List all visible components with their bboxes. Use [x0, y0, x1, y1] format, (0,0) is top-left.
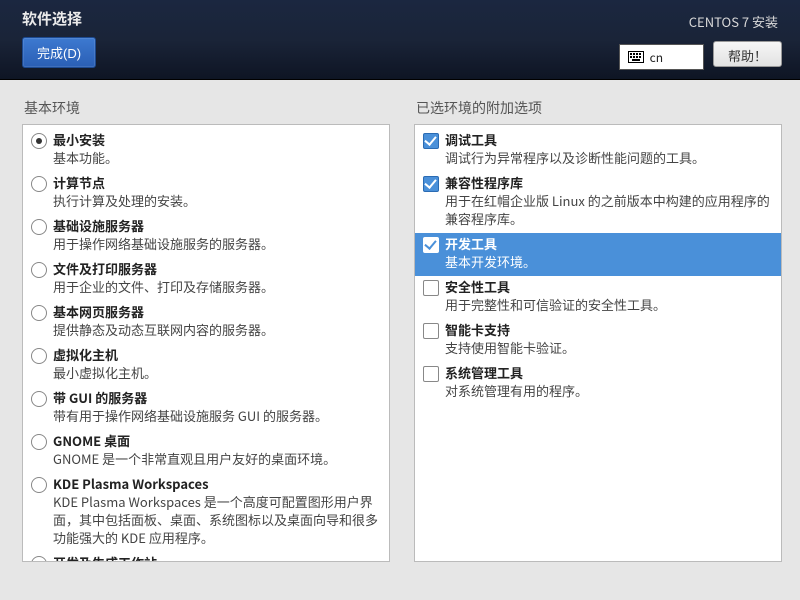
item-desc: 执行计算及处理的安装。	[53, 192, 381, 210]
radio-icon[interactable]	[31, 262, 47, 278]
item-desc: 对系统管理有用的程序。	[445, 382, 773, 400]
item-desc: 最小虚拟化主机。	[53, 364, 381, 382]
item-label: 兼容性程序库	[445, 174, 773, 192]
addon-item[interactable]: 兼容性程序库用于在红帽企业版 Linux 的之前版本中构建的应用程序的兼容程序库…	[415, 172, 781, 233]
env-item[interactable]: GNOME 桌面GNOME 是一个非常直观且用户友好的桌面环境。	[23, 430, 389, 473]
env-item[interactable]: 最小安装基本功能。	[23, 129, 389, 172]
item-label: 开发及生成工作站	[53, 554, 381, 562]
checkbox-icon[interactable]	[423, 176, 439, 192]
item-desc: 用于完整性和可信验证的安全性工具。	[445, 296, 773, 314]
item-text: 带 GUI 的服务器带有用于操作网络基础设施服务 GUI 的服务器。	[53, 389, 381, 428]
keyboard-icon	[628, 51, 644, 63]
install-label: CENTOS 7 安装	[619, 12, 782, 31]
env-item[interactable]: 计算节点执行计算及处理的安装。	[23, 172, 389, 215]
radio-icon[interactable]	[31, 477, 47, 493]
keyboard-layout-indicator[interactable]: cn	[619, 44, 704, 70]
item-label: KDE Plasma Workspaces	[53, 475, 381, 493]
item-text: 系统管理工具对系统管理有用的程序。	[445, 364, 773, 403]
item-text: 开发及生成工作站用于软件、硬件、图形或者内容开发的工作站。	[53, 554, 381, 562]
item-text: 开发工具基本开发环境。	[445, 235, 773, 274]
radio-icon[interactable]	[31, 556, 47, 562]
env-item[interactable]: 文件及打印服务器用于企业的文件、打印及存储服务器。	[23, 258, 389, 301]
item-text: 基础设施服务器用于操作网络基础设施服务的服务器。	[53, 217, 381, 256]
item-label: 虚拟化主机	[53, 346, 381, 364]
help-button[interactable]: 帮助！	[713, 41, 782, 67]
addons-list[interactable]: 调试工具调试行为异常程序以及诊断性能问题的工具。兼容性程序库用于在红帽企业版 L…	[414, 124, 782, 562]
header-right: CENTOS 7 安装 cn 帮助！	[619, 12, 782, 70]
item-desc: 基本开发环境。	[445, 253, 773, 271]
item-text: 兼容性程序库用于在红帽企业版 Linux 的之前版本中构建的应用程序的兼容程序库…	[445, 174, 773, 231]
addon-item[interactable]: 调试工具调试行为异常程序以及诊断性能问题的工具。	[415, 129, 781, 172]
base-env-column: 基本环境 最小安装基本功能。计算节点执行计算及处理的安装。基础设施服务器用于操作…	[22, 98, 390, 600]
item-label: 最小安装	[53, 131, 381, 149]
item-desc: 提供静态及动态互联网内容的服务器。	[53, 321, 381, 339]
item-label: 调试工具	[445, 131, 773, 149]
radio-icon[interactable]	[31, 348, 47, 364]
item-label: 带 GUI 的服务器	[53, 389, 381, 407]
item-text: 文件及打印服务器用于企业的文件、打印及存储服务器。	[53, 260, 381, 299]
addon-item[interactable]: 智能卡支持支持使用智能卡验证。	[415, 319, 781, 362]
item-desc: 用于企业的文件、打印及存储服务器。	[53, 278, 381, 296]
radio-icon[interactable]	[31, 305, 47, 321]
item-text: 基本网页服务器提供静态及动态互联网内容的服务器。	[53, 303, 381, 342]
radio-icon[interactable]	[31, 133, 47, 149]
env-item[interactable]: KDE Plasma WorkspacesKDE Plasma Workspac…	[23, 473, 389, 552]
installer-header: 软件选择 完成(D) CENTOS 7 安装 cn 帮助！	[0, 0, 800, 80]
checkbox-icon[interactable]	[423, 133, 439, 149]
item-desc: 基本功能。	[53, 149, 381, 167]
item-desc: 带有用于操作网络基础设施服务 GUI 的服务器。	[53, 407, 381, 425]
item-text: 安全性工具用于完整性和可信验证的安全性工具。	[445, 278, 773, 317]
keyboard-lang-text: cn	[650, 49, 663, 66]
addon-item[interactable]: 安全性工具用于完整性和可信验证的安全性工具。	[415, 276, 781, 319]
env-item[interactable]: 开发及生成工作站用于软件、硬件、图形或者内容开发的工作站。	[23, 552, 389, 562]
addon-item[interactable]: 系统管理工具对系统管理有用的程序。	[415, 362, 781, 405]
env-item[interactable]: 虚拟化主机最小虚拟化主机。	[23, 344, 389, 387]
item-text: 调试工具调试行为异常程序以及诊断性能问题的工具。	[445, 131, 773, 170]
item-text: 计算节点执行计算及处理的安装。	[53, 174, 381, 213]
addons-title: 已选环境的附加选项	[414, 98, 782, 118]
item-label: 开发工具	[445, 235, 773, 253]
env-item[interactable]: 基础设施服务器用于操作网络基础设施服务的服务器。	[23, 215, 389, 258]
radio-icon[interactable]	[31, 391, 47, 407]
item-label: 安全性工具	[445, 278, 773, 296]
addon-item[interactable]: 开发工具基本开发环境。	[415, 233, 781, 276]
radio-icon[interactable]	[31, 219, 47, 235]
item-label: 系统管理工具	[445, 364, 773, 382]
item-label: 文件及打印服务器	[53, 260, 381, 278]
item-text: KDE Plasma WorkspacesKDE Plasma Workspac…	[53, 475, 381, 550]
radio-icon[interactable]	[31, 176, 47, 192]
item-label: 智能卡支持	[445, 321, 773, 339]
base-env-list[interactable]: 最小安装基本功能。计算节点执行计算及处理的安装。基础设施服务器用于操作网络基础设…	[22, 124, 390, 562]
item-desc: 调试行为异常程序以及诊断性能问题的工具。	[445, 149, 773, 167]
item-text: GNOME 桌面GNOME 是一个非常直观且用户友好的桌面环境。	[53, 432, 381, 471]
done-button[interactable]: 完成(D)	[22, 37, 96, 68]
item-desc: 用于操作网络基础设施服务的服务器。	[53, 235, 381, 253]
item-desc: KDE Plasma Workspaces 是一个高度可配置图形用户界面，其中包…	[53, 493, 381, 547]
item-desc: 支持使用智能卡验证。	[445, 339, 773, 357]
item-text: 智能卡支持支持使用智能卡验证。	[445, 321, 773, 360]
env-item[interactable]: 带 GUI 的服务器带有用于操作网络基础设施服务 GUI 的服务器。	[23, 387, 389, 430]
item-label: GNOME 桌面	[53, 432, 381, 450]
item-desc: 用于在红帽企业版 Linux 的之前版本中构建的应用程序的兼容程序库。	[445, 192, 773, 228]
item-text: 虚拟化主机最小虚拟化主机。	[53, 346, 381, 385]
base-env-title: 基本环境	[22, 98, 390, 118]
addons-column: 已选环境的附加选项 调试工具调试行为异常程序以及诊断性能问题的工具。兼容性程序库…	[414, 98, 782, 600]
checkbox-icon[interactable]	[423, 237, 439, 253]
item-label: 计算节点	[53, 174, 381, 192]
radio-icon[interactable]	[31, 434, 47, 450]
item-text: 最小安装基本功能。	[53, 131, 381, 170]
checkbox-icon[interactable]	[423, 323, 439, 339]
item-desc: GNOME 是一个非常直观且用户友好的桌面环境。	[53, 450, 381, 468]
item-label: 基本网页服务器	[53, 303, 381, 321]
env-item[interactable]: 基本网页服务器提供静态及动态互联网内容的服务器。	[23, 301, 389, 344]
checkbox-icon[interactable]	[423, 366, 439, 382]
item-label: 基础设施服务器	[53, 217, 381, 235]
checkbox-icon[interactable]	[423, 280, 439, 296]
content-area: 基本环境 最小安装基本功能。计算节点执行计算及处理的安装。基础设施服务器用于操作…	[0, 80, 800, 600]
